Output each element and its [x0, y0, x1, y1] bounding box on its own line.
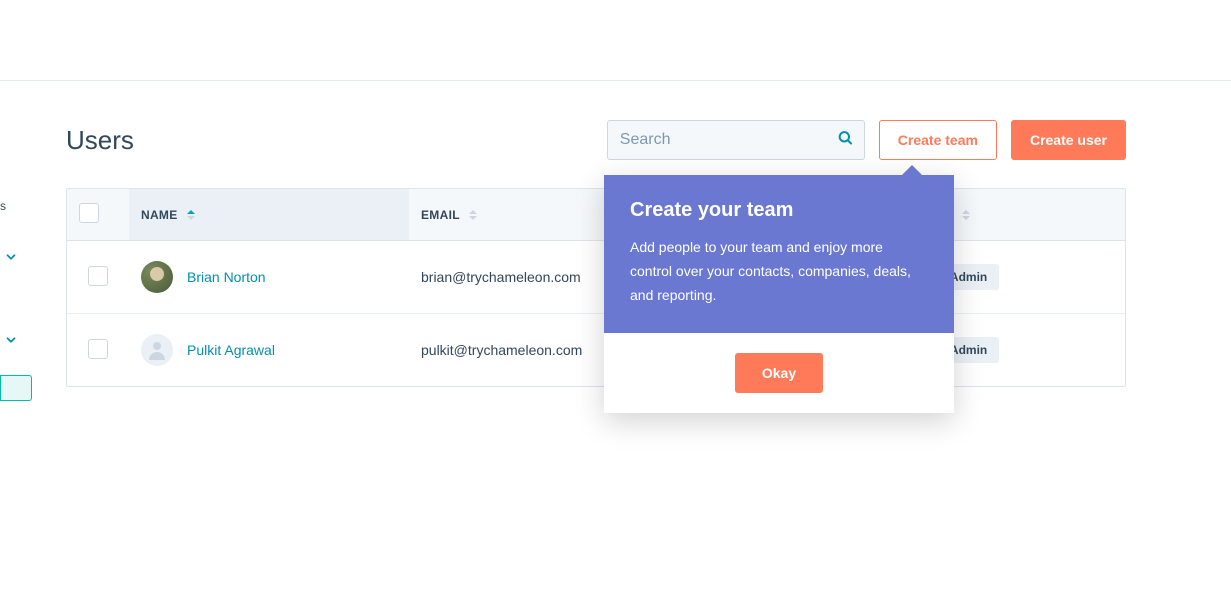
chevron-down-icon[interactable]	[4, 333, 18, 352]
create-team-popover: Create your team Add people to your team…	[604, 175, 954, 413]
select-all-checkbox[interactable]	[79, 203, 99, 223]
avatar	[141, 334, 173, 366]
user-email: brian@trychameleon.com	[421, 269, 581, 285]
header-select-all	[67, 189, 129, 241]
main-content: Users Create team Create user NAME	[66, 120, 1126, 387]
chevron-down-icon[interactable]	[4, 250, 18, 269]
user-name-link[interactable]: Brian Norton	[187, 269, 266, 285]
search-wrap	[607, 120, 865, 160]
search-icon[interactable]	[837, 130, 853, 151]
table-header-row: NAME EMAIL ACCESS	[67, 189, 1125, 241]
popover-text: Add people to your team and enjoy more c…	[630, 236, 928, 307]
popover-footer: Okay	[604, 333, 954, 413]
sidebar-selected-fragment[interactable]	[0, 375, 32, 401]
column-header-name[interactable]: NAME	[129, 189, 409, 241]
popover-title: Create your team	[630, 199, 928, 222]
column-label: NAME	[141, 208, 178, 222]
top-divider	[0, 80, 1231, 81]
user-email: pulkit@trychameleon.com	[421, 342, 582, 358]
user-cell: Pulkit Agrawal	[141, 334, 397, 366]
popover-arrow-icon	[900, 165, 924, 177]
column-label: EMAIL	[421, 208, 460, 222]
create-team-button[interactable]: Create team	[879, 120, 997, 160]
sidebar-fragment-label: s	[0, 199, 6, 213]
users-table: NAME EMAIL ACCESS	[66, 188, 1126, 387]
page-title: Users	[66, 125, 607, 156]
popover-body: Create your team Add people to your team…	[604, 175, 954, 333]
sort-indicator-icon	[962, 210, 970, 220]
sidebar-fragment: s	[0, 0, 34, 614]
user-cell: Brian Norton	[141, 261, 397, 293]
create-user-button[interactable]: Create user	[1011, 120, 1126, 160]
table-row[interactable]: Brian Norton brian@trychameleon.com Supe…	[67, 241, 1125, 314]
popover-okay-button[interactable]: Okay	[735, 353, 823, 393]
user-name-link[interactable]: Pulkit Agrawal	[187, 342, 275, 358]
row-checkbox[interactable]	[88, 339, 108, 359]
table-row[interactable]: Pulkit Agrawal pulkit@trychameleon.com S…	[67, 314, 1125, 386]
search-input[interactable]	[607, 120, 865, 160]
row-checkbox[interactable]	[88, 266, 108, 286]
sort-indicator-icon	[469, 210, 477, 220]
avatar	[141, 261, 173, 293]
sort-indicator-icon	[187, 210, 195, 220]
header-row: Users Create team Create user	[66, 120, 1126, 160]
